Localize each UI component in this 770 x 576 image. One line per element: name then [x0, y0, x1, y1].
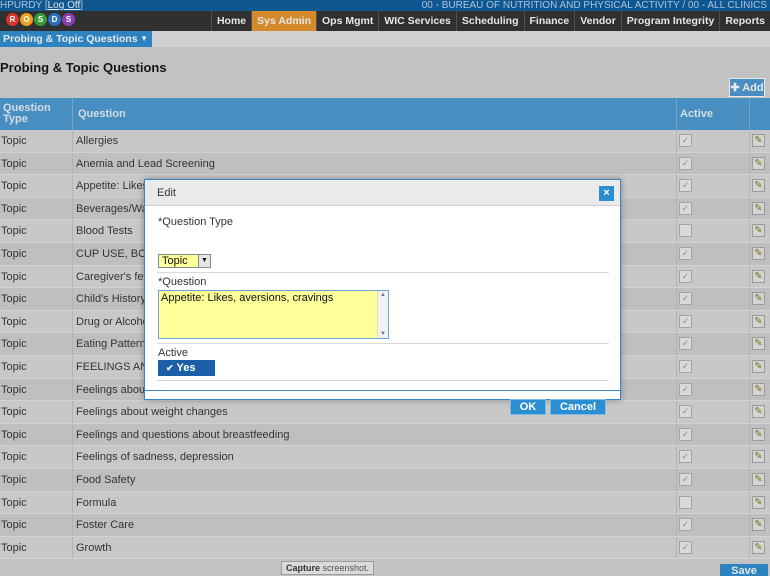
logo-letter: S	[34, 12, 47, 26]
question-type-value: Topic	[162, 255, 188, 267]
logo-letter: S	[62, 12, 75, 26]
question-type-label: *Question Type	[158, 216, 234, 228]
edit-dialog: Edit × *Question Type Topic ▼ *Question …	[144, 179, 621, 415]
scroll-up-icon[interactable]: ▲	[380, 292, 386, 298]
textarea-scrollbar[interactable]: ▲ ▼	[377, 291, 388, 338]
checkmark-icon: ✔	[166, 363, 174, 373]
logo-letter: D	[48, 12, 61, 26]
app-logo: ROSDS	[6, 8, 76, 30]
dialog-footer-line	[145, 390, 620, 391]
active-yes-toggle[interactable]: ✔ Yes	[158, 360, 215, 376]
chevron-down-icon[interactable]: ▼	[198, 255, 210, 267]
question-label: *Question	[158, 276, 207, 288]
divider	[157, 380, 609, 381]
question-type-select[interactable]: Topic ▼	[158, 254, 211, 268]
divider	[157, 272, 609, 273]
active-yes-label: Yes	[176, 362, 196, 374]
logo-letter: R	[6, 12, 19, 26]
question-textarea[interactable]: Appetite: Likes, aversions, cravings	[158, 290, 389, 339]
divider	[157, 343, 609, 344]
active-label: Active	[158, 347, 188, 359]
logo-letter: O	[20, 12, 33, 26]
cancel-button[interactable]: Cancel	[550, 399, 606, 415]
ok-button[interactable]: OK	[510, 399, 546, 415]
close-icon[interactable]: ×	[599, 186, 614, 201]
dialog-title: Edit	[157, 187, 176, 199]
dialog-header: Edit ×	[145, 180, 620, 206]
scroll-down-icon[interactable]: ▼	[380, 331, 386, 337]
